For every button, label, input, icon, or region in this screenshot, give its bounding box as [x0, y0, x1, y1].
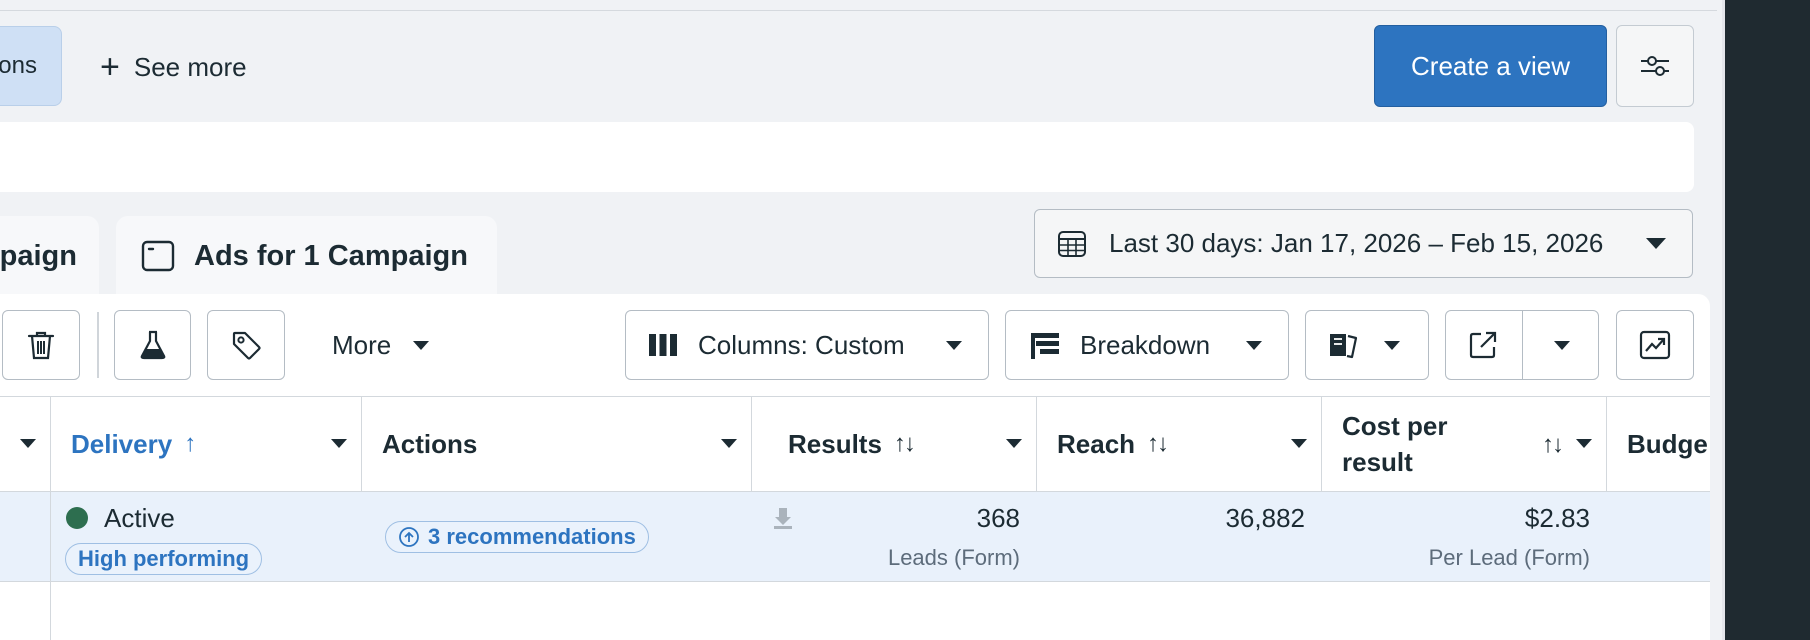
cost-header-line2: result — [1342, 447, 1413, 477]
cost-type: Per Lead (Form) — [1428, 545, 1590, 570]
more-button[interactable]: More — [332, 310, 430, 380]
view-settings-button[interactable] — [1616, 25, 1694, 107]
see-more-button[interactable]: + See more — [100, 42, 247, 92]
chart-icon — [1639, 330, 1671, 360]
columns-icon — [648, 332, 678, 358]
chevron-down-icon[interactable] — [331, 439, 347, 448]
sort-ascending-icon[interactable]: ↑ — [184, 430, 196, 458]
results-header-label: Results — [788, 428, 882, 459]
tab-ads[interactable]: Ads for 1 Campaign — [116, 216, 497, 296]
column-header-name[interactable] — [0, 397, 51, 491]
results-value: 368 — [976, 503, 1020, 533]
column-header-reach[interactable]: Reach ↑↓ — [1037, 397, 1322, 491]
date-range-picker[interactable]: Last 30 days: Jan 17, 2026 – Feb 15, 202… — [1034, 209, 1693, 278]
cost-value: $2.83 — [1524, 503, 1590, 533]
tab-ads-label: Ads for 1 Campaign — [194, 239, 468, 272]
chevron-down-icon[interactable] — [20, 439, 36, 448]
see-more-label: See more — [133, 51, 247, 82]
view-chip-label: ons — [0, 52, 37, 79]
chevron-down-icon[interactable] — [1006, 439, 1022, 448]
delete-button[interactable] — [2, 310, 80, 380]
charts-button[interactable] — [1616, 310, 1694, 380]
reach-header-label: Reach — [1057, 428, 1136, 459]
tab-campaigns[interactable]: paign — [0, 216, 99, 296]
reach-value: 36,882 — [1225, 503, 1305, 533]
delivery-header-label: Delivery — [71, 428, 173, 459]
recommendation-icon — [398, 526, 420, 548]
tab-campaigns-label: paign — [0, 239, 77, 272]
chevron-down-icon — [1246, 340, 1262, 350]
chevron-down-icon[interactable] — [1554, 340, 1570, 350]
chevron-down-icon — [946, 340, 962, 350]
ad-window-icon — [140, 238, 176, 274]
chevron-down-icon[interactable] — [1576, 439, 1592, 448]
column-header-delivery[interactable]: Delivery ↑ — [51, 397, 362, 491]
table-header: Delivery ↑ Actions Results ↑↓ Reach ↑↓ C… — [0, 396, 1710, 492]
breakdown-label: Breakdown — [1080, 329, 1211, 360]
recommendations-label: 3 recommendations — [428, 524, 636, 549]
ab-test-button[interactable] — [114, 310, 191, 380]
flask-icon — [138, 329, 168, 361]
download-icon[interactable] — [772, 506, 794, 530]
create-view-button[interactable]: Create a view — [1374, 25, 1607, 107]
sort-icon[interactable]: ↑↓ — [894, 430, 916, 458]
badge-label: High performing — [78, 546, 250, 571]
column-header-cost-per-result[interactable]: Cost per result ↑↓ — [1322, 397, 1607, 491]
more-label: More — [332, 329, 392, 360]
chevron-down-icon — [1646, 238, 1666, 249]
cost-header-line1: Cost per — [1342, 411, 1448, 441]
filter-search-bar[interactable] — [0, 122, 1694, 192]
reports-dropdown[interactable] — [1305, 310, 1429, 380]
calendar-icon — [1057, 229, 1087, 259]
column-header-results[interactable]: Results ↑↓ — [752, 397, 1037, 491]
column-header-actions[interactable]: Actions — [362, 397, 752, 491]
export-icon — [1468, 330, 1498, 360]
split-divider — [1522, 311, 1523, 379]
column-divider — [50, 396, 51, 640]
sort-icon[interactable]: ↑↓ — [1542, 427, 1564, 463]
view-chip[interactable]: ons — [0, 26, 62, 106]
recommendations-link[interactable]: 3 recommendations — [385, 521, 649, 553]
toolbar-divider — [97, 312, 99, 378]
delivery-status: Active — [104, 503, 175, 533]
create-view-label: Create a view — [1411, 50, 1570, 81]
chevron-down-icon — [1384, 340, 1400, 350]
column-header-budget[interactable]: Budge — [1607, 397, 1717, 491]
high-performing-badge: High performing — [65, 543, 263, 575]
chevron-down-icon[interactable] — [1291, 439, 1307, 448]
breakdown-dropdown[interactable]: Breakdown — [1005, 310, 1289, 380]
columns-label: Columns: Custom — [698, 329, 905, 360]
actions-header-label: Actions — [382, 428, 478, 459]
chevron-down-icon[interactable] — [721, 439, 737, 448]
ads-manager-main: ons + See more Create a view paign Ads f… — [0, 0, 1722, 640]
tags-button[interactable] — [207, 310, 285, 380]
sliders-icon — [1639, 54, 1671, 78]
sort-icon[interactable]: ↑↓ — [1147, 430, 1169, 458]
plus-icon: + — [100, 48, 120, 86]
budget-header-label: Budge — [1627, 428, 1708, 459]
tag-icon — [230, 329, 262, 361]
breakdown-icon — [1030, 331, 1060, 359]
right-side-panel — [1722, 0, 1810, 640]
trash-icon — [26, 329, 56, 361]
columns-dropdown[interactable]: Columns: Custom — [625, 310, 989, 380]
results-type: Leads (Form) — [887, 545, 1020, 570]
reports-icon — [1328, 330, 1358, 360]
export-split-button[interactable] — [1445, 310, 1599, 380]
status-dot — [66, 507, 88, 529]
chevron-down-icon — [413, 340, 430, 350]
date-range-label: Last 30 days: Jan 17, 2026 – Feb 15, 202… — [1109, 228, 1604, 258]
